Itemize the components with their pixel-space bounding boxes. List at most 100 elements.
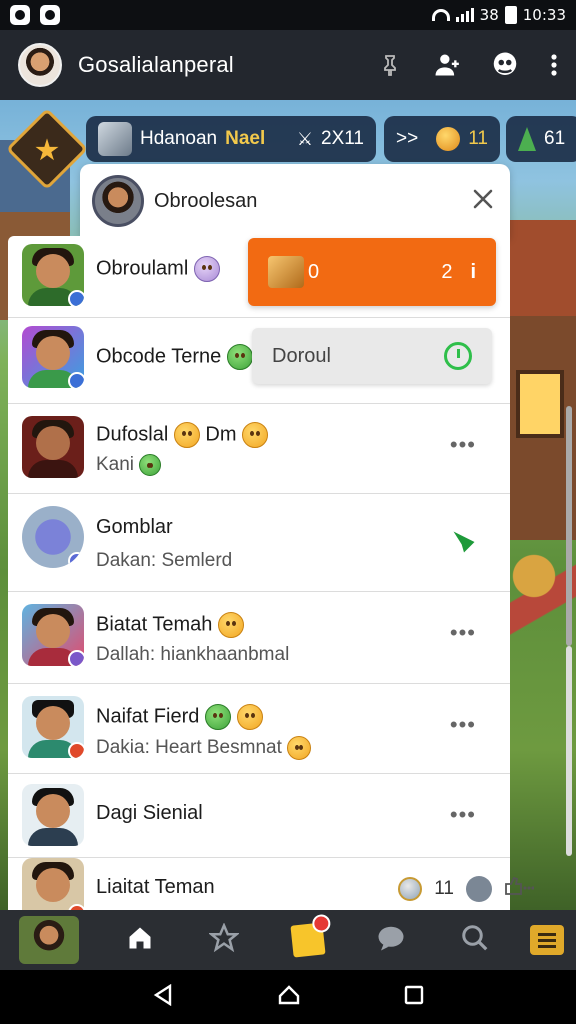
emoji-icon [139, 454, 162, 476]
status-chip-label: Doroul [272, 344, 331, 367]
add-user-icon[interactable] [432, 51, 460, 79]
menu-icon [529, 925, 564, 955]
recents-icon[interactable] [404, 985, 424, 1010]
nav-search[interactable] [433, 910, 517, 970]
people-icon[interactable] [490, 51, 520, 79]
hud-plants[interactable]: 61 [506, 116, 576, 162]
status-chip[interactable]: Doroul [252, 328, 492, 384]
status-badge [68, 742, 84, 758]
send-icon[interactable] [450, 528, 478, 561]
home-icon [126, 924, 154, 957]
last-row-actions: 11 [398, 876, 535, 902]
chat-name: Dufoslal Dm [96, 422, 269, 448]
coin-icon [398, 877, 423, 901]
more-horiz-icon[interactable]: ••• [450, 432, 476, 458]
wifi-icon [431, 9, 450, 21]
app-notification-icon [10, 5, 30, 25]
chat-avatar [22, 696, 84, 758]
hud-resource-bar[interactable]: Hdanoan Nael ⚔ 2X11 [86, 116, 376, 162]
emoji-icon [236, 704, 263, 730]
sword-icon: ⚔ [296, 128, 314, 149]
emoji-icon [242, 422, 269, 448]
gift-box-icon [268, 256, 304, 288]
chat-avatar [22, 244, 84, 306]
chat-avatar [22, 326, 84, 388]
more-vert-icon[interactable] [550, 53, 558, 77]
chat-name: Liaitat Teman [96, 876, 215, 898]
chat-preview: Dallah: hiankhaanbmal [96, 644, 290, 665]
chat-name: Gomblar [96, 516, 173, 538]
panel-title: Obroolesan [154, 189, 258, 212]
star-icon [35, 138, 59, 162]
battery-icon [504, 6, 517, 24]
nav-profile[interactable] [0, 910, 98, 970]
note-icon [289, 922, 326, 958]
scrollbar-thumb[interactable] [566, 406, 572, 646]
hud-value: 2X11 [321, 128, 364, 149]
coin-count: 11 [468, 128, 488, 149]
gift-notification[interactable]: 0 2 i [248, 238, 496, 306]
chat-preview: Dakia: Heart Besmnat [96, 736, 312, 760]
signal-icon [455, 8, 474, 22]
chat-row[interactable]: Gomblar Dakan: Semlerd [8, 494, 510, 592]
profile-avatar[interactable] [18, 43, 62, 87]
hud-portrait-icon [98, 122, 132, 156]
chat-preview: Kani [96, 454, 162, 476]
panel-avatar[interactable] [92, 175, 144, 227]
back-icon[interactable] [152, 983, 174, 1011]
chat-avatar [22, 858, 84, 912]
chat-name: Dagi Sienial [96, 802, 203, 824]
nav-favorites[interactable] [182, 910, 266, 970]
home-circle-icon[interactable] [277, 983, 301, 1012]
chat-row[interactable]: Naifat Fierd Dakia: Heart Besmnat ••• [8, 684, 510, 774]
plant-count: 61 [544, 128, 566, 149]
chat-panel-header: Obroolesan [80, 164, 510, 238]
clock: 10:33 [522, 6, 566, 24]
nav-notes[interactable] [266, 910, 350, 970]
hud-label: Hdanoan [140, 128, 218, 149]
more-horiz-icon[interactable]: ••• [450, 620, 476, 646]
app-bar: Gosalialanperal [0, 30, 576, 100]
emoji-icon [217, 612, 244, 638]
status-badge [68, 372, 84, 388]
scrollbar-track[interactable] [566, 646, 572, 856]
info-icon[interactable]: i [470, 261, 476, 284]
status-bar: 38 10:33 [0, 0, 576, 30]
search-icon [460, 923, 490, 958]
nav-menu[interactable] [517, 910, 576, 970]
bottom-nav [0, 910, 576, 970]
nav-home[interactable] [98, 910, 182, 970]
chat-row[interactable]: Dagi Sienial ••• [8, 774, 510, 858]
status-badge [68, 650, 84, 666]
chat-notification-icon [40, 5, 60, 25]
pin-icon[interactable] [378, 53, 402, 77]
more-horiz-icon[interactable]: ••• [450, 712, 476, 738]
emoji-icon [173, 422, 200, 448]
star-icon [207, 921, 240, 958]
emoji-icon [204, 704, 231, 730]
nav-chat[interactable] [349, 910, 433, 970]
close-icon[interactable] [472, 188, 494, 215]
system-nav-bar [0, 970, 576, 1024]
profile-thumbnail [18, 916, 79, 964]
app-title: Gosalialanperal [78, 52, 234, 77]
chat-row[interactable]: Dufoslal Dm Kani ••• [8, 404, 510, 494]
plant-icon [518, 127, 536, 151]
chat-row[interactable]: Biatat Temah Dallah: hiankhaanbmal ••• [8, 592, 510, 684]
share-icon[interactable] [504, 876, 535, 902]
gift-value: 2 [441, 260, 453, 283]
chat-name: Biatat Temah [96, 612, 244, 638]
last-row-count: 11 [434, 878, 454, 899]
chat-icon [376, 924, 406, 957]
chat-bubble-icon[interactable] [466, 876, 492, 902]
chat-avatar [22, 604, 84, 666]
hud-arrows: >> [396, 128, 419, 149]
more-horiz-icon[interactable]: ••• [450, 802, 476, 828]
chat-avatar [22, 416, 84, 478]
chat-avatar [22, 506, 84, 568]
gift-count: 0 [308, 260, 320, 283]
emoji-icon [287, 736, 312, 760]
battery-percent: 38 [479, 6, 499, 24]
hud-coins[interactable]: >> 11 [384, 116, 500, 162]
online-status-icon [444, 342, 472, 370]
